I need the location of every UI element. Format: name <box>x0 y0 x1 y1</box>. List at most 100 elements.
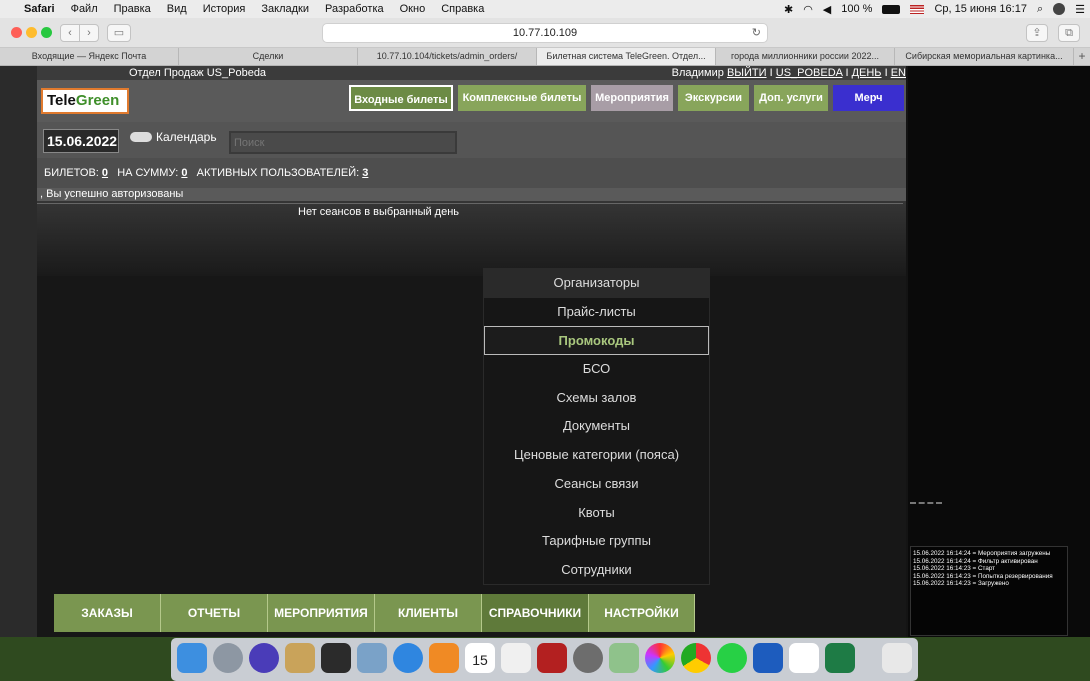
dropdown-item-quotas[interactable]: Квоты <box>484 499 709 528</box>
battery-percent[interactable]: 100 % <box>836 3 877 15</box>
zoom-window-button[interactable] <box>41 27 52 38</box>
whatsapp-icon[interactable] <box>717 643 747 673</box>
tab-yandex-mail[interactable]: Входящие — Яндекс Почта <box>0 48 179 65</box>
dropdown-item-tariff-groups[interactable]: Тарифные группы <box>484 527 709 556</box>
music-icon[interactable] <box>501 643 531 673</box>
minimize-window-button[interactable] <box>26 27 37 38</box>
calendar-toggle[interactable] <box>130 132 152 142</box>
control-center-icon[interactable]: ☰ <box>1070 3 1090 16</box>
tab-siberian[interactable]: Сибирская мемориальная картинка... <box>895 48 1074 65</box>
nav-merch[interactable]: Мерч <box>833 85 904 111</box>
forward-button[interactable]: › <box>79 24 99 42</box>
tab-admin-orders[interactable]: 10.77.10.104/tickets/admin_orders/ <box>358 48 537 65</box>
volume-icon[interactable]: ◀ <box>818 3 836 16</box>
siri-icon[interactable] <box>249 643 279 673</box>
clock[interactable]: Ср, 15 июня 16:17 <box>929 3 1031 15</box>
filter-row: 15.06.2022 Календарь <box>37 122 906 158</box>
day-link[interactable]: ДЕНЬ <box>852 67 882 79</box>
telegreen-app: Отдел Продаж US_Pobeda Владимир ВЫЙТИ I … <box>37 66 906 637</box>
maps-icon[interactable] <box>609 643 639 673</box>
tab-cities[interactable]: города миллионники россии 2022... <box>716 48 895 65</box>
tabs-overview-icon[interactable]: ⧉ <box>1058 24 1080 42</box>
drag-handle-icon[interactable] <box>910 502 942 504</box>
menu-file[interactable]: Файл <box>63 3 106 15</box>
bottom-nav: ЗАКАЗЫ ОТЧЕТЫ МЕРОПРИЯТИЯ КЛИЕНТЫ СПРАВО… <box>54 594 695 632</box>
calendar-icon[interactable]: 15 <box>465 643 495 673</box>
app-menu-safari[interactable]: Safari <box>16 3 63 15</box>
dropdown-item-organizers[interactable]: Организаторы <box>484 269 709 298</box>
chrome-icon[interactable] <box>681 643 711 673</box>
nav-excursions[interactable]: Экскурсии <box>678 85 749 111</box>
tickets-count[interactable]: 0 <box>102 167 108 179</box>
no-sessions-message: Нет сеансов в выбранный день <box>298 206 460 218</box>
photos-icon[interactable] <box>645 643 675 673</box>
sessions-area: Нет сеансов в выбранный день <box>37 201 906 276</box>
dropdown-item-price-lists[interactable]: Прайс-листы <box>484 298 709 327</box>
tab-deals[interactable]: Сделки <box>179 48 358 65</box>
bottom-nav-clients[interactable]: КЛИЕНТЫ <box>375 594 482 632</box>
trash-icon[interactable] <box>882 643 912 673</box>
bottom-nav-directories[interactable]: СПРАВОЧНИКИ <box>482 594 589 632</box>
menu-view[interactable]: Вид <box>159 3 195 15</box>
search-input[interactable] <box>229 131 457 154</box>
bottom-nav-reports[interactable]: ОТЧЕТЫ <box>161 594 268 632</box>
wifi-icon[interactable]: ◠ <box>798 3 818 16</box>
bluetooth-icon[interactable]: ✱ <box>779 3 798 16</box>
nav-events[interactable]: Мероприятия <box>591 85 673 111</box>
nav-entry-tickets[interactable]: Входные билеты <box>349 85 453 111</box>
reload-icon[interactable]: ↻ <box>752 24 761 42</box>
slack-icon[interactable] <box>789 643 819 673</box>
user-avatar-icon[interactable] <box>1053 3 1066 15</box>
menu-bookmarks[interactable]: Закладки <box>253 3 317 15</box>
notes-icon[interactable] <box>285 643 315 673</box>
menu-history[interactable]: История <box>195 3 254 15</box>
logout-link[interactable]: ВЫЙТИ <box>727 67 767 79</box>
tab-telegreen[interactable]: Билетная система TeleGreen. Отдел... <box>537 48 716 65</box>
nav-extra-services[interactable]: Доп. услуги <box>754 85 828 111</box>
bottom-nav-events[interactable]: МЕРОПРИЯТИЯ <box>268 594 375 632</box>
log-line: 15.06.2022 16:14:24 = Мероприятия загруж… <box>913 550 1051 557</box>
menu-window[interactable]: Окно <box>392 3 434 15</box>
launchpad-icon[interactable] <box>213 643 243 673</box>
dropdown-item-employees[interactable]: Сотрудники <box>484 556 709 585</box>
dropdown-item-hall-schemes[interactable]: Схемы залов <box>484 384 709 413</box>
date-field[interactable]: 15.06.2022 <box>43 129 119 153</box>
dropdown-item-promocodes[interactable]: Промокоды <box>484 326 709 356</box>
flag-icon[interactable] <box>910 4 925 14</box>
language-link[interactable]: EN <box>891 67 906 79</box>
menu-help[interactable]: Справка <box>433 3 492 15</box>
menu-edit[interactable]: Правка <box>106 3 159 15</box>
back-button[interactable]: ‹ <box>60 24 80 42</box>
active-users-count[interactable]: 3 <box>362 167 368 179</box>
battery-icon[interactable] <box>882 4 901 14</box>
finder-icon[interactable] <box>177 643 207 673</box>
dropdown-item-documents[interactable]: Документы <box>484 412 709 441</box>
nav-complex-tickets[interactable]: Комплексные билеты <box>458 85 586 111</box>
close-window-button[interactable] <box>11 27 22 38</box>
dropdown-item-sessions[interactable]: Сеансы связи <box>484 470 709 499</box>
account-link[interactable]: US_POBEDA <box>776 67 843 79</box>
address-bar[interactable]: 10.77.10.109 ↻ <box>322 23 768 43</box>
log-line: 15.06.2022 16:14:23 = Загружено <box>913 580 1009 587</box>
sidebar-toggle-icon[interactable]: ▭ <box>107 24 131 42</box>
dropdown-item-bso[interactable]: БСО <box>484 355 709 384</box>
share-icon[interactable]: ⇪ <box>1026 24 1048 42</box>
macos-menubar: Safari Файл Правка Вид История Закладки … <box>0 0 1090 18</box>
new-tab-button[interactable]: + <box>1074 48 1090 65</box>
dropdown-item-price-categories[interactable]: Ценовые категории (пояса) <box>484 441 709 470</box>
bottom-nav-orders[interactable]: ЗАКАЗЫ <box>54 594 161 632</box>
spotlight-icon[interactable]: ⌕ <box>1032 3 1048 16</box>
excel-icon[interactable] <box>825 643 855 673</box>
sum-value[interactable]: 0 <box>181 167 187 179</box>
url-text: 10.77.10.109 <box>512 27 578 39</box>
word-icon[interactable] <box>753 643 783 673</box>
menu-develop[interactable]: Разработка <box>317 3 392 15</box>
books-icon[interactable] <box>429 643 459 673</box>
telegreen-logo[interactable]: TeleGreen <box>41 88 129 114</box>
safari-icon[interactable] <box>393 643 423 673</box>
bottom-nav-settings[interactable]: НАСТРОЙКИ <box>589 594 695 632</box>
photo-booth-icon[interactable] <box>537 643 567 673</box>
system-preferences-icon[interactable] <box>573 643 603 673</box>
mission-control-icon[interactable] <box>321 643 351 673</box>
preview-icon[interactable] <box>357 643 387 673</box>
